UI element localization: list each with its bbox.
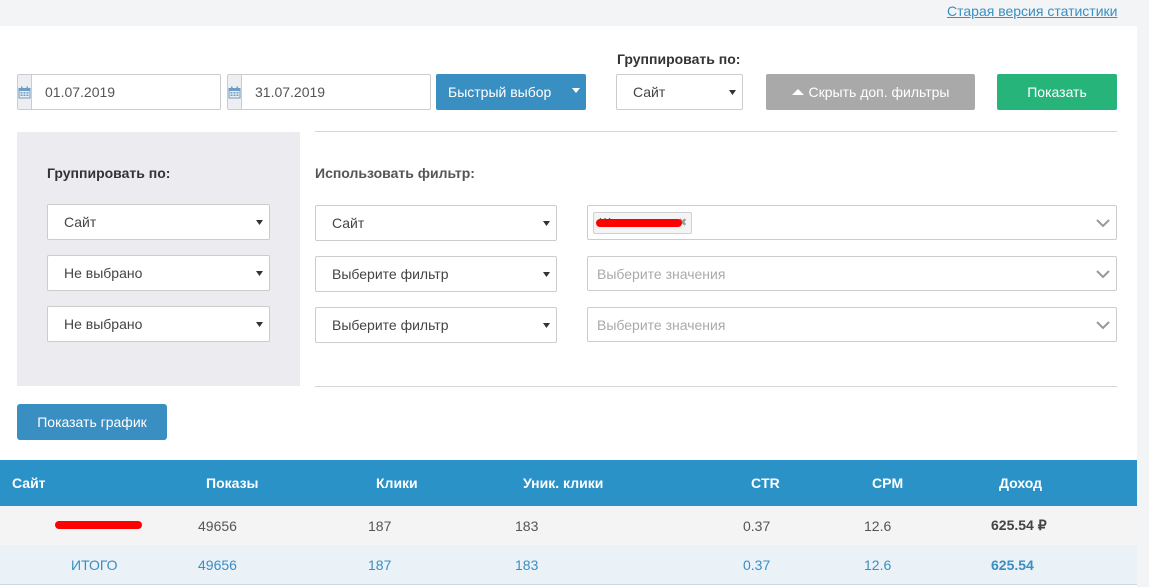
date-to-addon[interactable]	[228, 75, 242, 109]
date-to-group[interactable]	[227, 74, 436, 110]
cell-cpm: 12.6	[864, 517, 892, 534]
caret-down-icon	[543, 272, 550, 277]
show-chart-label: Показать график	[37, 414, 147, 430]
calendar-icon	[228, 86, 241, 98]
date-from-group[interactable]	[17, 74, 226, 110]
column-header-site[interactable]: Сайт	[12, 460, 46, 506]
chevron-down-icon	[1096, 270, 1110, 279]
caret-down-icon	[543, 221, 550, 226]
cell-unique-clicks: 183	[515, 517, 539, 534]
value-tag: Жильязаоча ✖	[593, 211, 693, 234]
cell-ctr: 0.37	[743, 517, 771, 534]
group-by-select[interactable]: Сайт	[616, 74, 743, 110]
cell-clicks: 187	[368, 517, 392, 534]
column-header-income[interactable]: Доход	[999, 460, 1042, 506]
filter-values-2[interactable]: Выберите значения	[587, 256, 1117, 291]
date-from-addon[interactable]	[18, 75, 32, 109]
filter-select-3-value: Выберите фильтр	[332, 317, 449, 333]
group-by-value: Сайт	[633, 84, 666, 100]
total-ctr: 0.37	[743, 556, 771, 573]
filter-values-3[interactable]: Выберите значения	[587, 307, 1117, 342]
show-button[interactable]: Показать	[997, 74, 1117, 110]
total-clicks: 187	[368, 556, 392, 573]
group-panel-title: Группировать по:	[47, 165, 171, 181]
total-shows: 49656	[198, 556, 237, 573]
column-header-unique-clicks[interactable]: Уник. клики	[523, 460, 603, 506]
filter-values-3-placeholder: Выберите значения	[597, 316, 726, 333]
chevron-down-icon	[1096, 321, 1110, 330]
hide-filters-button[interactable]: Скрыть доп. фильтры	[766, 74, 975, 110]
filter-select-2-value: Выберите фильтр	[332, 266, 449, 282]
column-header-clicks[interactable]: Клики	[376, 460, 418, 506]
filter-select-2[interactable]: Выберите фильтр	[315, 256, 557, 292]
divider-top	[315, 131, 1117, 132]
column-header-shows[interactable]: Показы	[206, 460, 259, 506]
divider-bottom	[315, 386, 1117, 387]
filter-select-1-value: Сайт	[332, 215, 365, 231]
filter-select-1[interactable]: Сайт	[315, 205, 557, 241]
cell-income: 625.54 ₽	[991, 517, 1047, 533]
stats-table: Сайт Показы Клики Уник. клики CTR CPM До…	[0, 460, 1137, 585]
column-header-cpm[interactable]: CPM	[872, 460, 903, 506]
quick-select-label: Быстрый выбор	[448, 84, 552, 100]
redaction-mark	[55, 521, 142, 529]
caret-down-icon	[256, 322, 263, 327]
chevron-down-icon	[1096, 219, 1110, 228]
caret-down-icon	[543, 323, 550, 328]
table-header: Сайт Показы Клики Уник. клики CTR CPM До…	[0, 460, 1137, 506]
filter-values-2-placeholder: Выберите значения	[597, 265, 726, 282]
hide-filters-label: Скрыть доп. фильтры	[808, 84, 950, 100]
group-select-2-value: Не выбрано	[64, 265, 143, 281]
total-unique-clicks: 183	[515, 556, 539, 573]
caret-down-icon	[256, 271, 263, 276]
calendar-icon	[18, 86, 31, 98]
total-label: ИТОГО	[71, 556, 118, 573]
cell-shows: 49656	[198, 517, 237, 534]
total-cpm: 12.6	[864, 556, 892, 573]
date-to-input[interactable]	[242, 75, 436, 109]
group-select-2[interactable]: Не выбрано	[47, 255, 270, 291]
column-header-ctr[interactable]: CTR	[751, 460, 780, 506]
group-select-1-value: Сайт	[64, 214, 97, 230]
total-income: 625.54	[991, 556, 1034, 573]
caret-down-icon	[572, 88, 580, 93]
filter-panel-title: Использовать фильтр:	[315, 165, 475, 181]
show-chart-button[interactable]: Показать график	[17, 404, 167, 440]
caret-down-icon	[729, 90, 736, 95]
group-select-3-value: Не выбрано	[64, 316, 143, 332]
caret-down-icon	[256, 220, 263, 225]
date-from-input[interactable]	[32, 75, 226, 109]
show-label: Показать	[1027, 84, 1087, 100]
group-by-label: Группировать по:	[617, 51, 741, 67]
redaction-mark	[596, 218, 682, 227]
old-version-link[interactable]: Старая версия статистики	[947, 3, 1117, 19]
group-select-1[interactable]: Сайт	[47, 204, 270, 240]
quick-select-button[interactable]: Быстрый выбор	[436, 74, 586, 110]
triangle-up-icon	[791, 89, 804, 95]
table-total-row: ИТОГО 49656 187 183 0.37 12.6 625.54	[0, 545, 1137, 585]
table-row: 49656 187 183 0.37 12.6 625.54 ₽	[0, 506, 1137, 545]
filter-select-3[interactable]: Выберите фильтр	[315, 307, 557, 343]
group-select-3[interactable]: Не выбрано	[47, 306, 270, 342]
filter-values-1[interactable]: Жильязаоча ✖	[587, 205, 1117, 240]
